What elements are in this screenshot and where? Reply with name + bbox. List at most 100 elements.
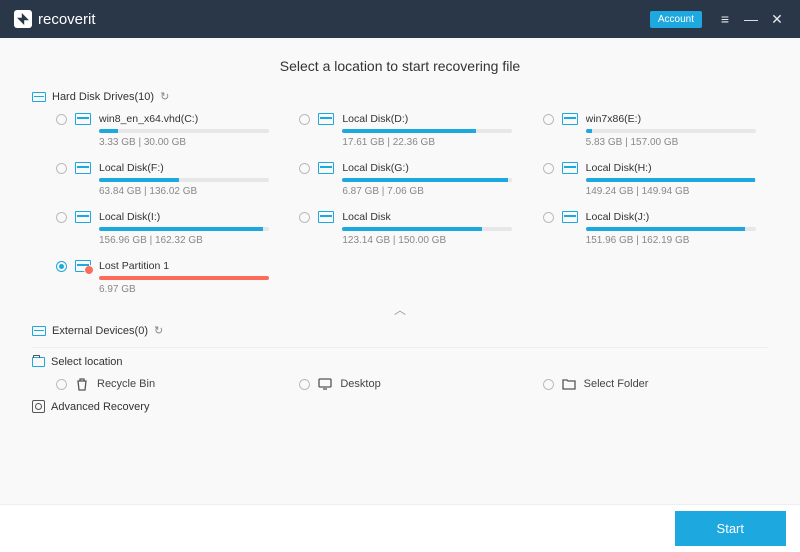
drive-item[interactable]: win8_en_x64.vhd(C:) 3.33 GB | 30.00 GB — [56, 113, 281, 148]
drive-size: 63.84 GB | 136.02 GB — [99, 186, 281, 197]
radio-icon[interactable] — [543, 114, 554, 125]
section-hard-disk-header: Hard Disk Drives(10) ↻ — [32, 90, 768, 103]
radio-icon[interactable] — [56, 114, 67, 125]
drive-item[interactable]: Local Disk(I:) 156.96 GB | 162.32 GB — [56, 211, 281, 246]
drive-size: 149.24 GB | 149.94 GB — [586, 186, 768, 197]
drive-icon — [75, 211, 91, 223]
usage-bar — [99, 178, 269, 182]
drive-name: win8_en_x64.vhd(C:) — [99, 113, 281, 125]
drive-icon — [75, 260, 91, 272]
footer: Start — [0, 504, 800, 552]
radio-icon[interactable] — [299, 379, 310, 390]
drive-icon — [562, 162, 578, 174]
drive-size: 151.96 GB | 162.19 GB — [586, 235, 768, 246]
section-hard-disk-label: Hard Disk Drives(10) — [52, 91, 154, 103]
account-button[interactable]: Account — [650, 11, 702, 28]
drive-name: Local Disk(I:) — [99, 211, 281, 223]
drive-size: 17.61 GB | 22.36 GB — [342, 137, 524, 148]
usage-bar — [99, 276, 269, 280]
radio-icon[interactable] — [299, 114, 310, 125]
app-name: recoverit — [38, 11, 96, 28]
drive-size: 6.97 GB — [99, 284, 281, 295]
page-title: Select a location to start recovering fi… — [32, 58, 768, 74]
location-label: Recycle Bin — [97, 378, 155, 390]
gear-icon — [32, 400, 45, 413]
radio-icon[interactable] — [543, 212, 554, 223]
external-section-icon — [32, 326, 46, 336]
location-label: Select Folder — [584, 378, 649, 390]
minimize-icon[interactable]: — — [738, 11, 764, 27]
drive-name: Local Disk(G:) — [342, 162, 524, 174]
drive-grid: win8_en_x64.vhd(C:) 3.33 GB | 30.00 GB Loc… — [32, 113, 768, 295]
drive-name: win7x86(E:) — [586, 113, 768, 125]
divider — [32, 347, 768, 348]
usage-bar — [586, 178, 756, 182]
drive-item[interactable]: Local Disk 123.14 GB | 150.00 GB — [299, 211, 524, 246]
drive-item[interactable]: Lost Partition 1 6.97 GB — [56, 260, 281, 295]
drive-name: Lost Partition 1 — [99, 260, 281, 272]
drive-name: Local Disk(J:) — [586, 211, 768, 223]
radio-icon[interactable] — [56, 212, 67, 223]
usage-bar — [586, 227, 756, 231]
drive-size: 5.83 GB | 157.00 GB — [586, 137, 768, 148]
drive-icon — [318, 211, 334, 223]
section-external-header: External Devices(0) ↻ — [32, 324, 768, 337]
radio-icon[interactable] — [543, 379, 554, 390]
refresh-external-icon[interactable]: ↻ — [154, 324, 163, 337]
drive-item[interactable]: Local Disk(H:) 149.24 GB | 149.94 GB — [543, 162, 768, 197]
hard-disk-section-icon — [32, 92, 46, 102]
section-select-location-header: Select location — [32, 356, 768, 368]
main-content: Select a location to start recovering fi… — [0, 38, 800, 504]
recycle-bin-icon — [75, 378, 89, 390]
drive-name: Local Disk(D:) — [342, 113, 524, 125]
drive-item[interactable]: Local Disk(F:) 63.84 GB | 136.02 GB — [56, 162, 281, 197]
drive-size: 3.33 GB | 30.00 GB — [99, 137, 281, 148]
collapse-toggle[interactable]: ︿ — [32, 301, 768, 318]
radio-icon[interactable] — [56, 163, 67, 174]
drive-item[interactable]: Local Disk(G:) 6.87 GB | 7.06 GB — [299, 162, 524, 197]
radio-icon[interactable] — [543, 163, 554, 174]
menu-icon[interactable]: ≡ — [712, 11, 738, 27]
drive-size: 6.87 GB | 7.06 GB — [342, 186, 524, 197]
drive-name: Local Disk — [342, 211, 524, 223]
close-icon[interactable]: ✕ — [764, 11, 790, 28]
drive-size: 123.14 GB | 150.00 GB — [342, 235, 524, 246]
drive-name: Local Disk(H:) — [586, 162, 768, 174]
drive-icon — [318, 113, 334, 125]
section-external-label: External Devices(0) — [52, 325, 148, 337]
drive-icon — [562, 113, 578, 125]
location-item[interactable]: Desktop — [299, 378, 524, 390]
drive-icon — [75, 162, 91, 174]
drive-item[interactable]: Local Disk(J:) 151.96 GB | 162.19 GB — [543, 211, 768, 246]
drive-item[interactable]: win7x86(E:) 5.83 GB | 157.00 GB — [543, 113, 768, 148]
section-advanced-header[interactable]: Advanced Recovery — [32, 400, 768, 413]
start-button[interactable]: Start — [675, 511, 786, 546]
section-advanced-label: Advanced Recovery — [51, 401, 149, 413]
app-logo: recoverit — [14, 10, 96, 28]
drive-icon — [318, 162, 334, 174]
select-location-section-icon — [32, 357, 45, 367]
usage-bar — [342, 129, 512, 133]
folder-icon — [562, 378, 576, 390]
drive-icon — [562, 211, 578, 223]
titlebar: recoverit Account ≡ — ✕ — [0, 0, 800, 38]
location-item[interactable]: Select Folder — [543, 378, 768, 390]
drive-icon — [75, 113, 91, 125]
usage-bar — [99, 227, 269, 231]
location-item[interactable]: Recycle Bin — [56, 378, 281, 390]
radio-icon[interactable] — [299, 163, 310, 174]
drive-item[interactable]: Local Disk(D:) 17.61 GB | 22.36 GB — [299, 113, 524, 148]
refresh-icon[interactable]: ↻ — [160, 90, 169, 103]
location-label: Desktop — [340, 378, 380, 390]
drive-size: 156.96 GB | 162.32 GB — [99, 235, 281, 246]
drive-name: Local Disk(F:) — [99, 162, 281, 174]
radio-icon[interactable] — [299, 212, 310, 223]
usage-bar — [342, 227, 512, 231]
usage-bar — [586, 129, 756, 133]
desktop-icon — [318, 378, 332, 390]
usage-bar — [342, 178, 512, 182]
location-grid: Recycle Bin Desktop Select Folder — [32, 378, 768, 390]
radio-icon[interactable] — [56, 261, 67, 272]
usage-bar — [99, 129, 269, 133]
radio-icon[interactable] — [56, 379, 67, 390]
